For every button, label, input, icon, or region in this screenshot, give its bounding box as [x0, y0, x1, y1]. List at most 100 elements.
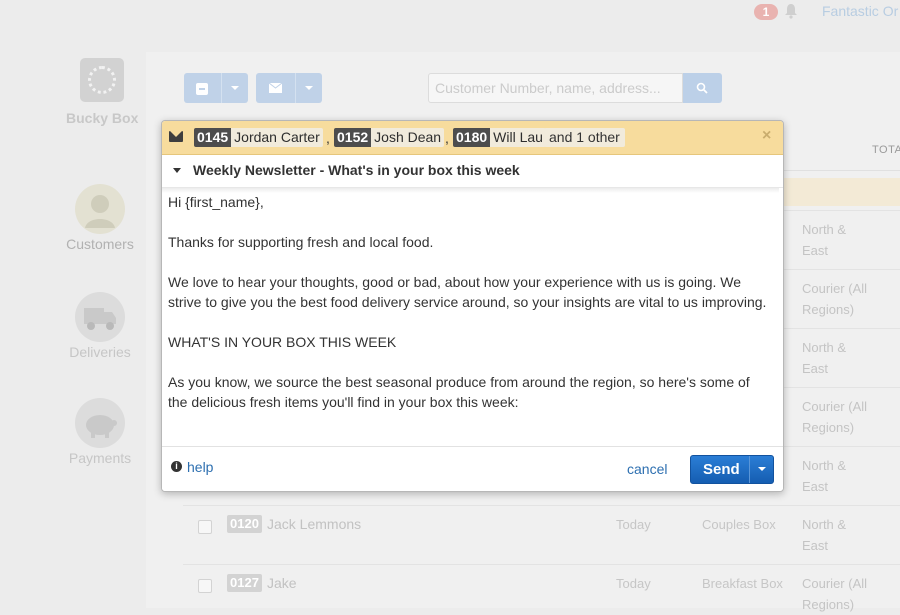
customer-icon	[75, 184, 125, 234]
region-line: Regions)	[802, 302, 855, 317]
region-line: East	[802, 538, 829, 553]
more-recipients-link[interactable]: and 1 other	[544, 128, 625, 147]
nav-customers[interactable]: Customers	[60, 184, 140, 252]
region-line: Courier (All	[802, 281, 868, 296]
piggy-bank-icon	[75, 398, 125, 448]
recipient-name: Jordan Carter	[231, 128, 323, 147]
body-paragraph: We love to hear your thoughts, good or b…	[168, 274, 767, 310]
email-body-text[interactable]: Hi {first_name}, Thanks for supporting f…	[168, 192, 773, 432]
customer-number-badge: 0120	[227, 515, 262, 533]
nav-customers-label: Customers	[66, 236, 134, 252]
recipient-name: Will Lau	[490, 128, 546, 147]
nav-deliveries[interactable]: Deliveries	[60, 292, 140, 360]
region-cell: North & East	[802, 514, 882, 556]
region-line: East	[802, 361, 829, 376]
search-input[interactable]	[428, 73, 683, 103]
recipient-number: 0145	[194, 128, 232, 147]
customer-number-badge: 0127	[227, 574, 262, 592]
recipient-separator: ,	[445, 130, 449, 146]
region-line: North &	[802, 458, 847, 473]
region-line: Regions)	[802, 420, 855, 435]
recipient-token[interactable]: 0180 Will Lau	[453, 128, 546, 147]
chevron-down-icon[interactable]	[749, 456, 774, 483]
region-cell: Courier (All Regions)	[802, 573, 882, 615]
body-paragraph: Hi {first_name},	[168, 194, 264, 210]
recipient-name: Josh Dean	[371, 128, 445, 147]
region-line: East	[802, 243, 829, 258]
row-divider	[783, 210, 900, 211]
bulk-action-button[interactable]	[184, 73, 248, 103]
row-divider	[183, 564, 900, 565]
modal-footer: i help cancel Send	[162, 446, 783, 491]
notification-badge[interactable]: 1	[754, 4, 778, 20]
region-line: North &	[802, 340, 847, 355]
region-cell: North & East	[802, 219, 882, 261]
region-cell: Courier (All Regions)	[802, 396, 882, 438]
recipient-number: 0152	[334, 128, 372, 147]
row-checkbox[interactable]	[198, 520, 212, 534]
org-name-link[interactable]: Fantastic Or	[822, 3, 898, 19]
row-divider	[183, 505, 900, 506]
email-body-editor[interactable]: Hi {first_name}, Thanks for supporting f…	[162, 188, 783, 446]
region-cell: Courier (All Regions)	[802, 278, 882, 320]
search-button[interactable]	[683, 73, 722, 103]
recipient-token[interactable]: 0152 Josh Dean	[334, 128, 445, 147]
nav-payments-label: Payments	[68, 450, 132, 466]
nav-deliveries-label: Deliveries	[69, 344, 131, 360]
customer-name-link[interactable]: Jack Lemmons	[267, 516, 361, 532]
chevron-down-icon[interactable]	[295, 73, 322, 103]
row-checkbox[interactable]	[198, 579, 212, 593]
delivery-date: Today	[616, 576, 651, 591]
bucky-box-logo[interactable]	[80, 58, 124, 102]
recipient-separator: ,	[326, 130, 330, 146]
recipient-number: 0180	[453, 128, 491, 147]
compose-email-modal: 0145 Jordan Carter , 0152 Josh Dean , 0180…	[161, 120, 784, 492]
recipients-bar: 0145 Jordan Carter , 0152 Josh Dean , 0180…	[162, 121, 783, 155]
highlighted-row-strip	[783, 178, 900, 206]
row-divider	[783, 387, 900, 388]
region-line: North &	[802, 222, 847, 237]
info-icon[interactable]: i	[171, 461, 182, 472]
body-paragraph: WHAT'S IN YOUR BOX THIS WEEK	[168, 334, 397, 350]
minus-square-icon	[196, 83, 208, 95]
body-paragraph: Thanks for supporting fresh and local fo…	[168, 234, 434, 250]
close-icon[interactable]: ×	[762, 127, 771, 145]
logo-text: Bucky Box	[66, 110, 139, 126]
customer-name-link[interactable]: Jake	[267, 575, 297, 591]
row-divider	[783, 269, 900, 270]
region-line: Courier (All	[802, 576, 868, 591]
region-line: East	[802, 479, 829, 494]
truck-icon	[75, 292, 125, 342]
logo-ring-icon	[88, 66, 116, 94]
send-button[interactable]: Send	[690, 455, 774, 484]
envelope-icon	[169, 131, 183, 142]
region-cell: North & East	[802, 455, 882, 497]
box-type: Couples Box	[702, 517, 776, 532]
caret-down-icon[interactable]	[173, 168, 181, 173]
region-line: Courier (All	[802, 399, 868, 414]
region-line: North &	[802, 517, 847, 532]
envelope-icon	[269, 83, 282, 93]
search-icon	[696, 82, 708, 94]
body-paragraph: As you know, we source the best seasonal…	[168, 374, 750, 410]
region-line: Regions)	[802, 597, 855, 612]
delivery-date: Today	[616, 517, 651, 532]
total-column-header[interactable]: TOTA	[872, 144, 900, 156]
row-divider	[783, 328, 900, 329]
bell-icon[interactable]	[784, 3, 798, 19]
header-divider	[783, 170, 900, 171]
nav-payments[interactable]: Payments	[60, 398, 140, 466]
email-subject[interactable]: Weekly Newsletter - What's in your box t…	[193, 162, 520, 178]
top-bar: 1 Fantastic Or	[0, 0, 900, 24]
row-divider	[783, 446, 900, 447]
box-type: Breakfast Box	[702, 576, 783, 591]
cancel-link[interactable]: cancel	[627, 461, 667, 477]
chevron-down-icon[interactable]	[221, 73, 248, 103]
send-button-label: Send	[703, 461, 740, 478]
region-cell: North & East	[802, 337, 882, 379]
body-scrollbar[interactable]	[779, 188, 783, 446]
recipient-token[interactable]: 0145 Jordan Carter	[194, 128, 323, 147]
subject-bar[interactable]: Weekly Newsletter - What's in your box t…	[162, 155, 783, 188]
help-link[interactable]: help	[187, 459, 213, 475]
email-button[interactable]	[256, 73, 322, 103]
